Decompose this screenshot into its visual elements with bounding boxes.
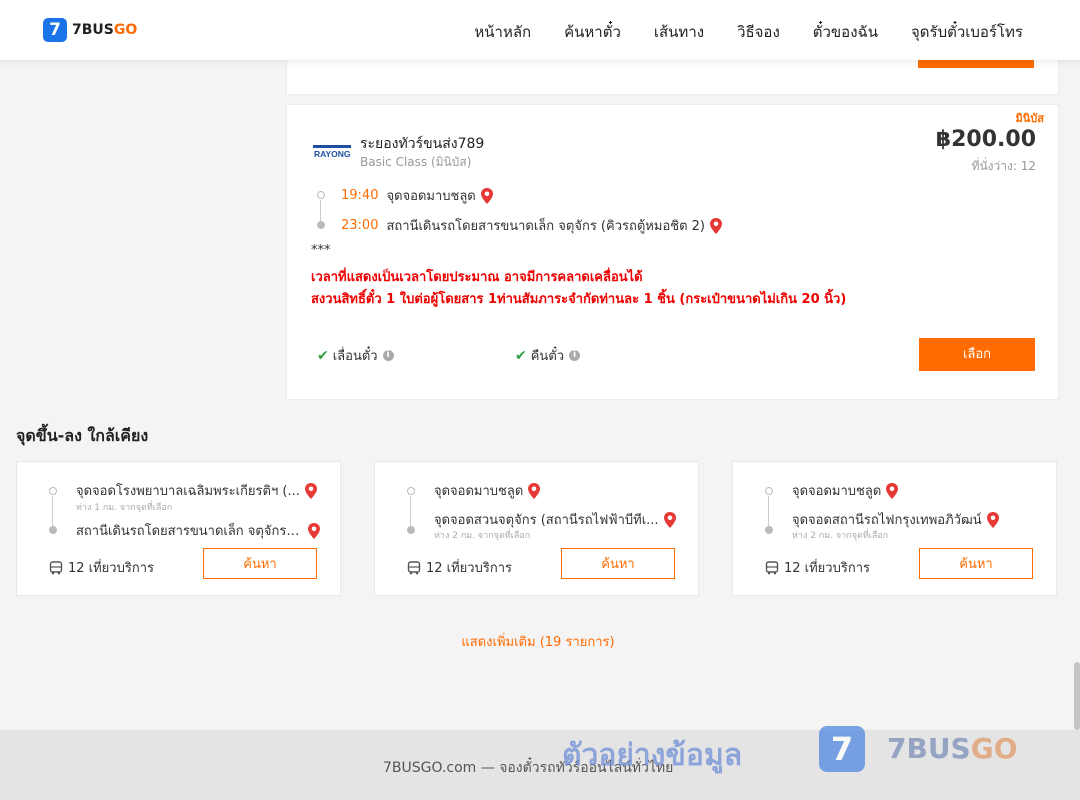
from-dot: [49, 487, 57, 495]
nav-pickup-points[interactable]: จุดรับตั๋วเบอร์โทร: [911, 20, 1023, 44]
route-line: [52, 496, 53, 526]
nearby-from-distance: ห่าง 1 กม. จากจุดที่เลือก: [76, 503, 173, 513]
bus-icon: [407, 560, 421, 574]
from-dot: [765, 487, 773, 495]
map-pin-icon[interactable]: [885, 482, 899, 499]
nearby-section-title: จุดขึ้น-ลง ใกล้เคียง: [16, 426, 149, 445]
nearby-card: จุดจอดมาบชลูด จุดจอดสถานีรถไฟกรุงเทพอภิว…: [732, 461, 1057, 596]
vehicle-type-badge: มินิบัส: [1015, 112, 1044, 125]
previous-select-button[interactable]: [918, 60, 1034, 68]
top-header: 7 7BUSGO หน้าหลัก ค้นหาตั๋ว เส้นทาง วิธี…: [0, 0, 1080, 60]
map-pin-icon[interactable]: [709, 217, 723, 234]
site-logo[interactable]: 7 7BUSGO: [43, 18, 137, 42]
arrival-stop: สถานีเดินรถโดยสารขนาดเล็ก จตุจักร (คิวรถ…: [386, 219, 705, 234]
arrival-row: 23:00 สถานีเดินรถโดยสารขนาดเล็ก จตุจักร …: [341, 215, 723, 236]
watermark-logo-mark: 7: [819, 726, 865, 772]
feature-refund-ticket: ✔ คืนตั๋ว i: [515, 345, 581, 366]
logo-wordmark: 7BUSGO: [72, 22, 138, 38]
logo-mark: 7: [43, 18, 67, 42]
nearby-from: จุดจอดโรงพยาบาลเฉลิมพระเกียรติฯ (...: [76, 480, 318, 501]
main-nav: หน้าหลัก ค้นหาตั๋ว เส้นทาง วิธีจอง ตั๋วข…: [474, 20, 1023, 44]
nearby-to: จุดจอดสถานีรถไฟกรุงเทพอภิวัฒน์: [792, 509, 1000, 530]
to-dot: [765, 526, 773, 534]
watermark-brand: 7BUSGO: [887, 732, 1018, 765]
seats-available: ที่นั่งว่าง: 12: [971, 159, 1036, 173]
nearby-from: จุดจอดมาบชลูด: [792, 480, 899, 501]
info-icon[interactable]: i: [569, 350, 581, 361]
ticket-price: ฿200.00: [935, 127, 1036, 152]
nav-how-to-book[interactable]: วิธีจอง: [737, 20, 780, 44]
nav-search-tickets[interactable]: ค้นหาตั๋ว: [564, 20, 621, 44]
arrival-dot: [317, 221, 325, 229]
note-baggage-policy: สงวนสิทธิ์ตั๋ว 1 ใบต่อผู้โดยสาร 1ท่านสัม…: [311, 292, 847, 307]
note-time-disclaimer: เวลาที่แสดงเป็นเวลาโดยประมาณ อาจมีการคลา…: [311, 270, 643, 285]
operator-logo: RAYONG: [313, 143, 351, 159]
nearby-search-button[interactable]: ค้นหา: [203, 548, 317, 579]
map-pin-icon[interactable]: [307, 522, 321, 539]
departure-dot: [317, 191, 325, 199]
info-icon[interactable]: i: [382, 350, 394, 361]
map-pin-icon[interactable]: [986, 511, 1000, 528]
trip-card: มินิบัส RAYONG ระยองทัวร์ขนส่ง789 Basic …: [286, 104, 1059, 400]
page-scrollbar[interactable]: [1074, 662, 1080, 730]
nearby-trips: 12 เที่ยวบริการ: [49, 557, 154, 578]
nav-my-tickets[interactable]: ตั๋วของฉัน: [813, 20, 878, 44]
operator-name: ระยองทัวร์ขนส่ง789: [360, 136, 485, 152]
to-dot: [407, 526, 415, 534]
nearby-to-distance: ห่าง 2 กม. จากจุดที่เลือก: [792, 531, 889, 541]
nearby-to-distance: ห่าง 2 กม. จากจุดที่เลือก: [434, 531, 531, 541]
nearby-card: จุดจอดโรงพยาบาลเฉลิมพระเกียรติฯ (... ห่า…: [16, 461, 341, 596]
bus-class: Basic Class (มินิบัส): [360, 155, 472, 169]
departure-row: 19:40 จุดจอดมาบชลูด: [341, 185, 494, 206]
departure-time: 19:40: [341, 188, 379, 203]
watermark-text: ตัวอย่างข้อมูล: [562, 738, 743, 773]
nearby-card: จุดจอดมาบชลูด จุดจอดสวนจตุจักร (สถานีรถไ…: [374, 461, 699, 596]
svg-text:RAYONG: RAYONG: [314, 149, 351, 159]
nearby-to: สถานีเดินรถโดยสารขนาดเล็ก จตุจักร (...: [76, 520, 321, 541]
select-trip-button[interactable]: เลือก: [919, 338, 1035, 371]
bus-icon: [49, 560, 63, 574]
map-pin-icon[interactable]: [663, 511, 677, 528]
bus-icon: [765, 560, 779, 574]
to-dot: [49, 526, 57, 534]
check-icon: ✔: [515, 347, 527, 364]
feature-change-ticket: ✔ เลื่อนตั๋ว i: [317, 345, 394, 366]
nav-routes[interactable]: เส้นทาง: [654, 20, 704, 44]
nearby-from: จุดจอดมาบชลูด: [434, 480, 541, 501]
route-line: [320, 200, 321, 223]
route-line: [768, 496, 769, 526]
show-more-link[interactable]: แสดงเพิ่มเติม (19 รายการ): [0, 631, 1076, 652]
nav-home[interactable]: หน้าหลัก: [474, 20, 531, 44]
nearby-to: จุดจอดสวนจตุจักร (สถานีรถไฟฟ้าบีทีเ...: [434, 509, 677, 530]
nearby-trips: 12 เที่ยวบริการ: [765, 557, 870, 578]
route-line: [410, 496, 411, 526]
from-dot: [407, 487, 415, 495]
map-pin-icon[interactable]: [304, 482, 318, 499]
map-pin-icon[interactable]: [527, 482, 541, 499]
check-icon: ✔: [317, 347, 329, 364]
map-pin-icon[interactable]: [480, 187, 494, 204]
nearby-trips: 12 เที่ยวบริการ: [407, 557, 512, 578]
nearby-search-button[interactable]: ค้นหา: [919, 548, 1033, 579]
nearby-search-button[interactable]: ค้นหา: [561, 548, 675, 579]
arrival-time: 23:00: [341, 218, 379, 233]
note-marker: ***: [311, 243, 331, 258]
departure-stop: จุดจอดมาบชลูด: [386, 189, 476, 204]
